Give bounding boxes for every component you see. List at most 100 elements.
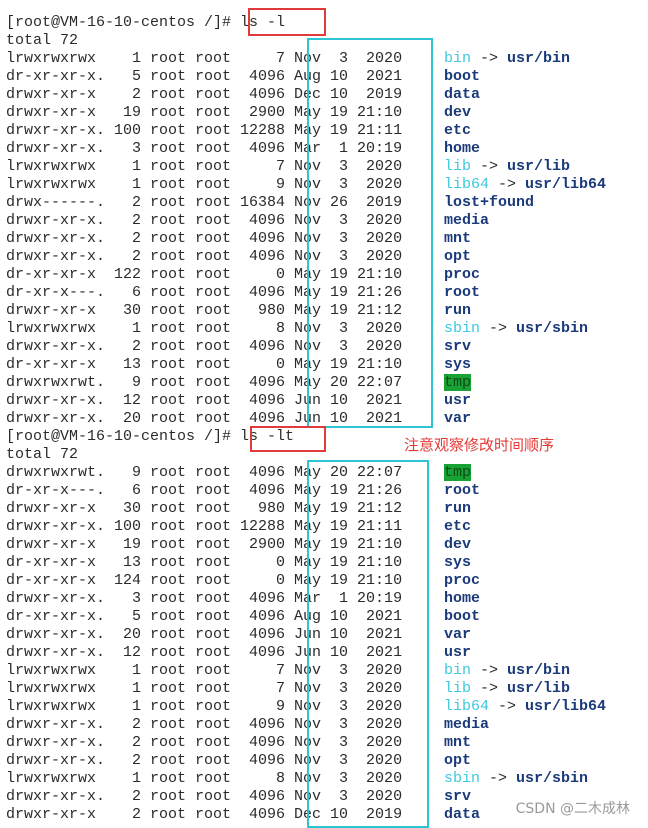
total-line: total 72 xyxy=(6,32,79,49)
file-name: lost+found xyxy=(444,194,534,212)
dir-name: data xyxy=(444,806,481,823)
dir-name: data xyxy=(444,86,481,103)
file-name: bin -> usr/bin xyxy=(444,50,570,68)
file-name: sys xyxy=(444,356,471,374)
file-name: tmp xyxy=(444,464,472,482)
link-name: bin xyxy=(444,50,472,67)
link-arrow: -> xyxy=(489,698,526,715)
file-name: dev xyxy=(444,104,471,122)
date-column-highlight-box-2 xyxy=(307,460,429,828)
link-arrow: -> xyxy=(471,158,508,175)
link-name: lib xyxy=(444,158,472,175)
file-name: sbin -> usr/sbin xyxy=(444,770,588,788)
link-target: usr/bin xyxy=(507,662,571,679)
command-highlight-box-1 xyxy=(248,8,326,36)
link-name: sbin xyxy=(444,770,481,787)
total-line: total 72 xyxy=(6,446,79,463)
dir-name: root xyxy=(444,284,481,301)
file-name: srv xyxy=(444,338,471,356)
dir-name: dev xyxy=(444,536,472,553)
file-name: proc xyxy=(444,572,480,590)
file-name: dev xyxy=(444,536,471,554)
dir-name: sys xyxy=(444,554,472,571)
file-name: opt xyxy=(444,752,471,770)
dir-name: boot xyxy=(444,608,481,625)
link-target: usr/sbin xyxy=(516,770,589,787)
link-name: lib64 xyxy=(444,698,490,715)
file-name: var xyxy=(444,626,471,644)
dir-name: srv xyxy=(444,788,472,805)
file-name: mnt xyxy=(444,734,471,752)
dir-name: etc xyxy=(444,122,472,139)
file-name: usr xyxy=(444,392,471,410)
dir-name: srv xyxy=(444,338,472,355)
link-arrow: -> xyxy=(480,770,517,787)
dir-name: opt xyxy=(444,752,472,769)
file-name: lib -> usr/lib xyxy=(444,158,570,176)
file-name: srv xyxy=(444,788,471,806)
tmp-dir-name: tmp xyxy=(444,374,472,391)
dir-name: proc xyxy=(444,572,481,589)
file-name: sys xyxy=(444,554,471,572)
file-name: etc xyxy=(444,518,471,536)
dir-name: opt xyxy=(444,248,472,265)
dir-name: dev xyxy=(444,104,472,121)
dir-name: boot xyxy=(444,68,481,85)
dir-name: home xyxy=(444,140,481,157)
link-arrow: -> xyxy=(471,662,508,679)
file-name: proc xyxy=(444,266,480,284)
file-name: usr xyxy=(444,644,471,662)
prompt: [root@VM-16-10-centos /]# xyxy=(6,428,241,445)
dir-name: usr xyxy=(444,392,472,409)
file-name: data xyxy=(444,806,480,824)
annotation-note: 注意观察修改时间顺序 xyxy=(404,436,555,454)
link-arrow: -> xyxy=(489,176,526,193)
file-name: sbin -> usr/sbin xyxy=(444,320,588,338)
file-name: mnt xyxy=(444,230,471,248)
file-name: media xyxy=(444,716,489,734)
link-arrow: -> xyxy=(480,320,517,337)
dir-name: media xyxy=(444,716,490,733)
file-name: var xyxy=(444,410,471,428)
link-target: usr/lib xyxy=(507,680,571,697)
file-name: run xyxy=(444,302,471,320)
date-column-highlight-box-1 xyxy=(307,38,433,428)
link-arrow: -> xyxy=(471,680,508,697)
file-name: bin -> usr/bin xyxy=(444,662,570,680)
file-name: root xyxy=(444,284,480,302)
dir-name: proc xyxy=(444,266,481,283)
link-target: usr/bin xyxy=(507,50,571,67)
file-name: lib64 -> usr/lib64 xyxy=(444,176,606,194)
file-name: lib -> usr/lib xyxy=(444,680,570,698)
prompt-line: [root@VM-16-10-centos /]# ls -l xyxy=(6,14,285,32)
file-name: etc xyxy=(444,122,471,140)
dir-name: lost+found xyxy=(444,194,535,211)
file-name: lib64 -> usr/lib64 xyxy=(444,698,606,716)
link-target: usr/sbin xyxy=(516,320,589,337)
file-name: root xyxy=(444,482,480,500)
file-name: home xyxy=(444,140,480,158)
dir-name: etc xyxy=(444,518,472,535)
dir-name: root xyxy=(444,482,481,499)
file-name: boot xyxy=(444,68,480,86)
file-name: tmp xyxy=(444,374,472,392)
link-target: usr/lib64 xyxy=(525,176,607,193)
prompt: [root@VM-16-10-centos /]# xyxy=(6,14,241,31)
file-name: boot xyxy=(444,608,480,626)
file-name: opt xyxy=(444,248,471,266)
link-name: bin xyxy=(444,662,472,679)
file-name: home xyxy=(444,590,480,608)
dir-name: sys xyxy=(444,356,472,373)
dir-name: run xyxy=(444,302,472,319)
dir-name: media xyxy=(444,212,490,229)
dir-name: mnt xyxy=(444,230,472,247)
dir-name: var xyxy=(444,626,472,643)
link-name: lib64 xyxy=(444,176,490,193)
file-name: data xyxy=(444,86,480,104)
link-arrow: -> xyxy=(471,50,508,67)
tmp-dir-name: tmp xyxy=(444,464,472,481)
dir-name: var xyxy=(444,410,472,427)
dir-name: mnt xyxy=(444,734,472,751)
dir-name: run xyxy=(444,500,472,517)
link-target: usr/lib xyxy=(507,158,571,175)
